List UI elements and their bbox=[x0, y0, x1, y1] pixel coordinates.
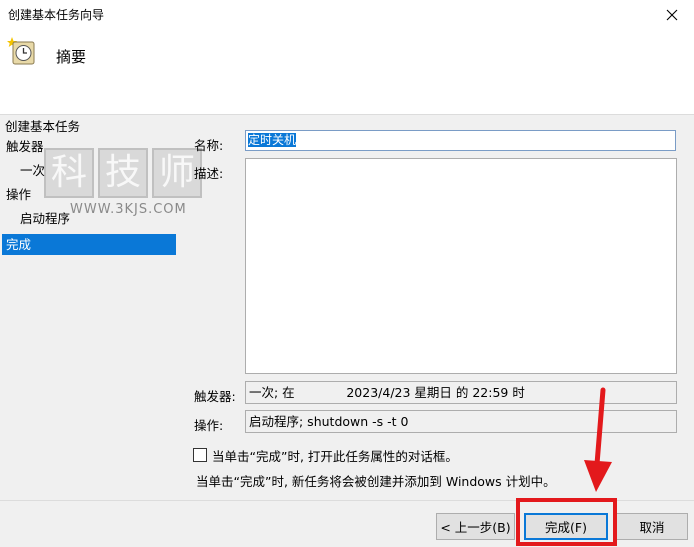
page-title: 摘要 bbox=[56, 48, 87, 66]
trigger-label: 触发器: bbox=[194, 389, 236, 404]
highlight-box bbox=[516, 498, 617, 546]
sidebar-title: 创建基本任务 bbox=[5, 119, 81, 134]
wizard-header bbox=[0, 30, 694, 115]
watermark-char: 科 bbox=[44, 148, 94, 198]
name-label: 名称: bbox=[194, 138, 224, 153]
window-title: 创建基本任务向导 bbox=[8, 8, 105, 22]
description-label: 描述: bbox=[194, 166, 224, 181]
title-bar bbox=[0, 0, 694, 30]
watermark-logo: 科技师 bbox=[44, 148, 206, 198]
open-properties-checkbox[interactable] bbox=[193, 448, 207, 462]
action-label: 操作: bbox=[194, 418, 224, 433]
cancel-button[interactable]: 取消 bbox=[616, 513, 688, 540]
open-properties-label[interactable]: 当单击“完成”时, 打开此任务属性的对话框。 bbox=[212, 446, 458, 465]
back-button[interactable]: < 上一步(B) bbox=[436, 513, 515, 540]
sidebar-item-finish[interactable]: 完成 bbox=[2, 234, 176, 255]
close-icon bbox=[666, 9, 678, 21]
watermark-url: WWW.3KJS.COM bbox=[70, 202, 187, 217]
annotation-arrow-icon bbox=[584, 387, 612, 492]
task-clock-icon bbox=[6, 36, 36, 66]
info-text: 当单击“完成”时, 新任务将会被创建并添加到 Windows 计划中。 bbox=[196, 474, 556, 489]
name-value: 定时关机 bbox=[248, 133, 297, 147]
description-field[interactable] bbox=[245, 158, 677, 374]
close-button[interactable] bbox=[650, 0, 694, 30]
name-field[interactable]: 定时关机 bbox=[245, 130, 676, 151]
watermark-char: 技 bbox=[98, 148, 148, 198]
